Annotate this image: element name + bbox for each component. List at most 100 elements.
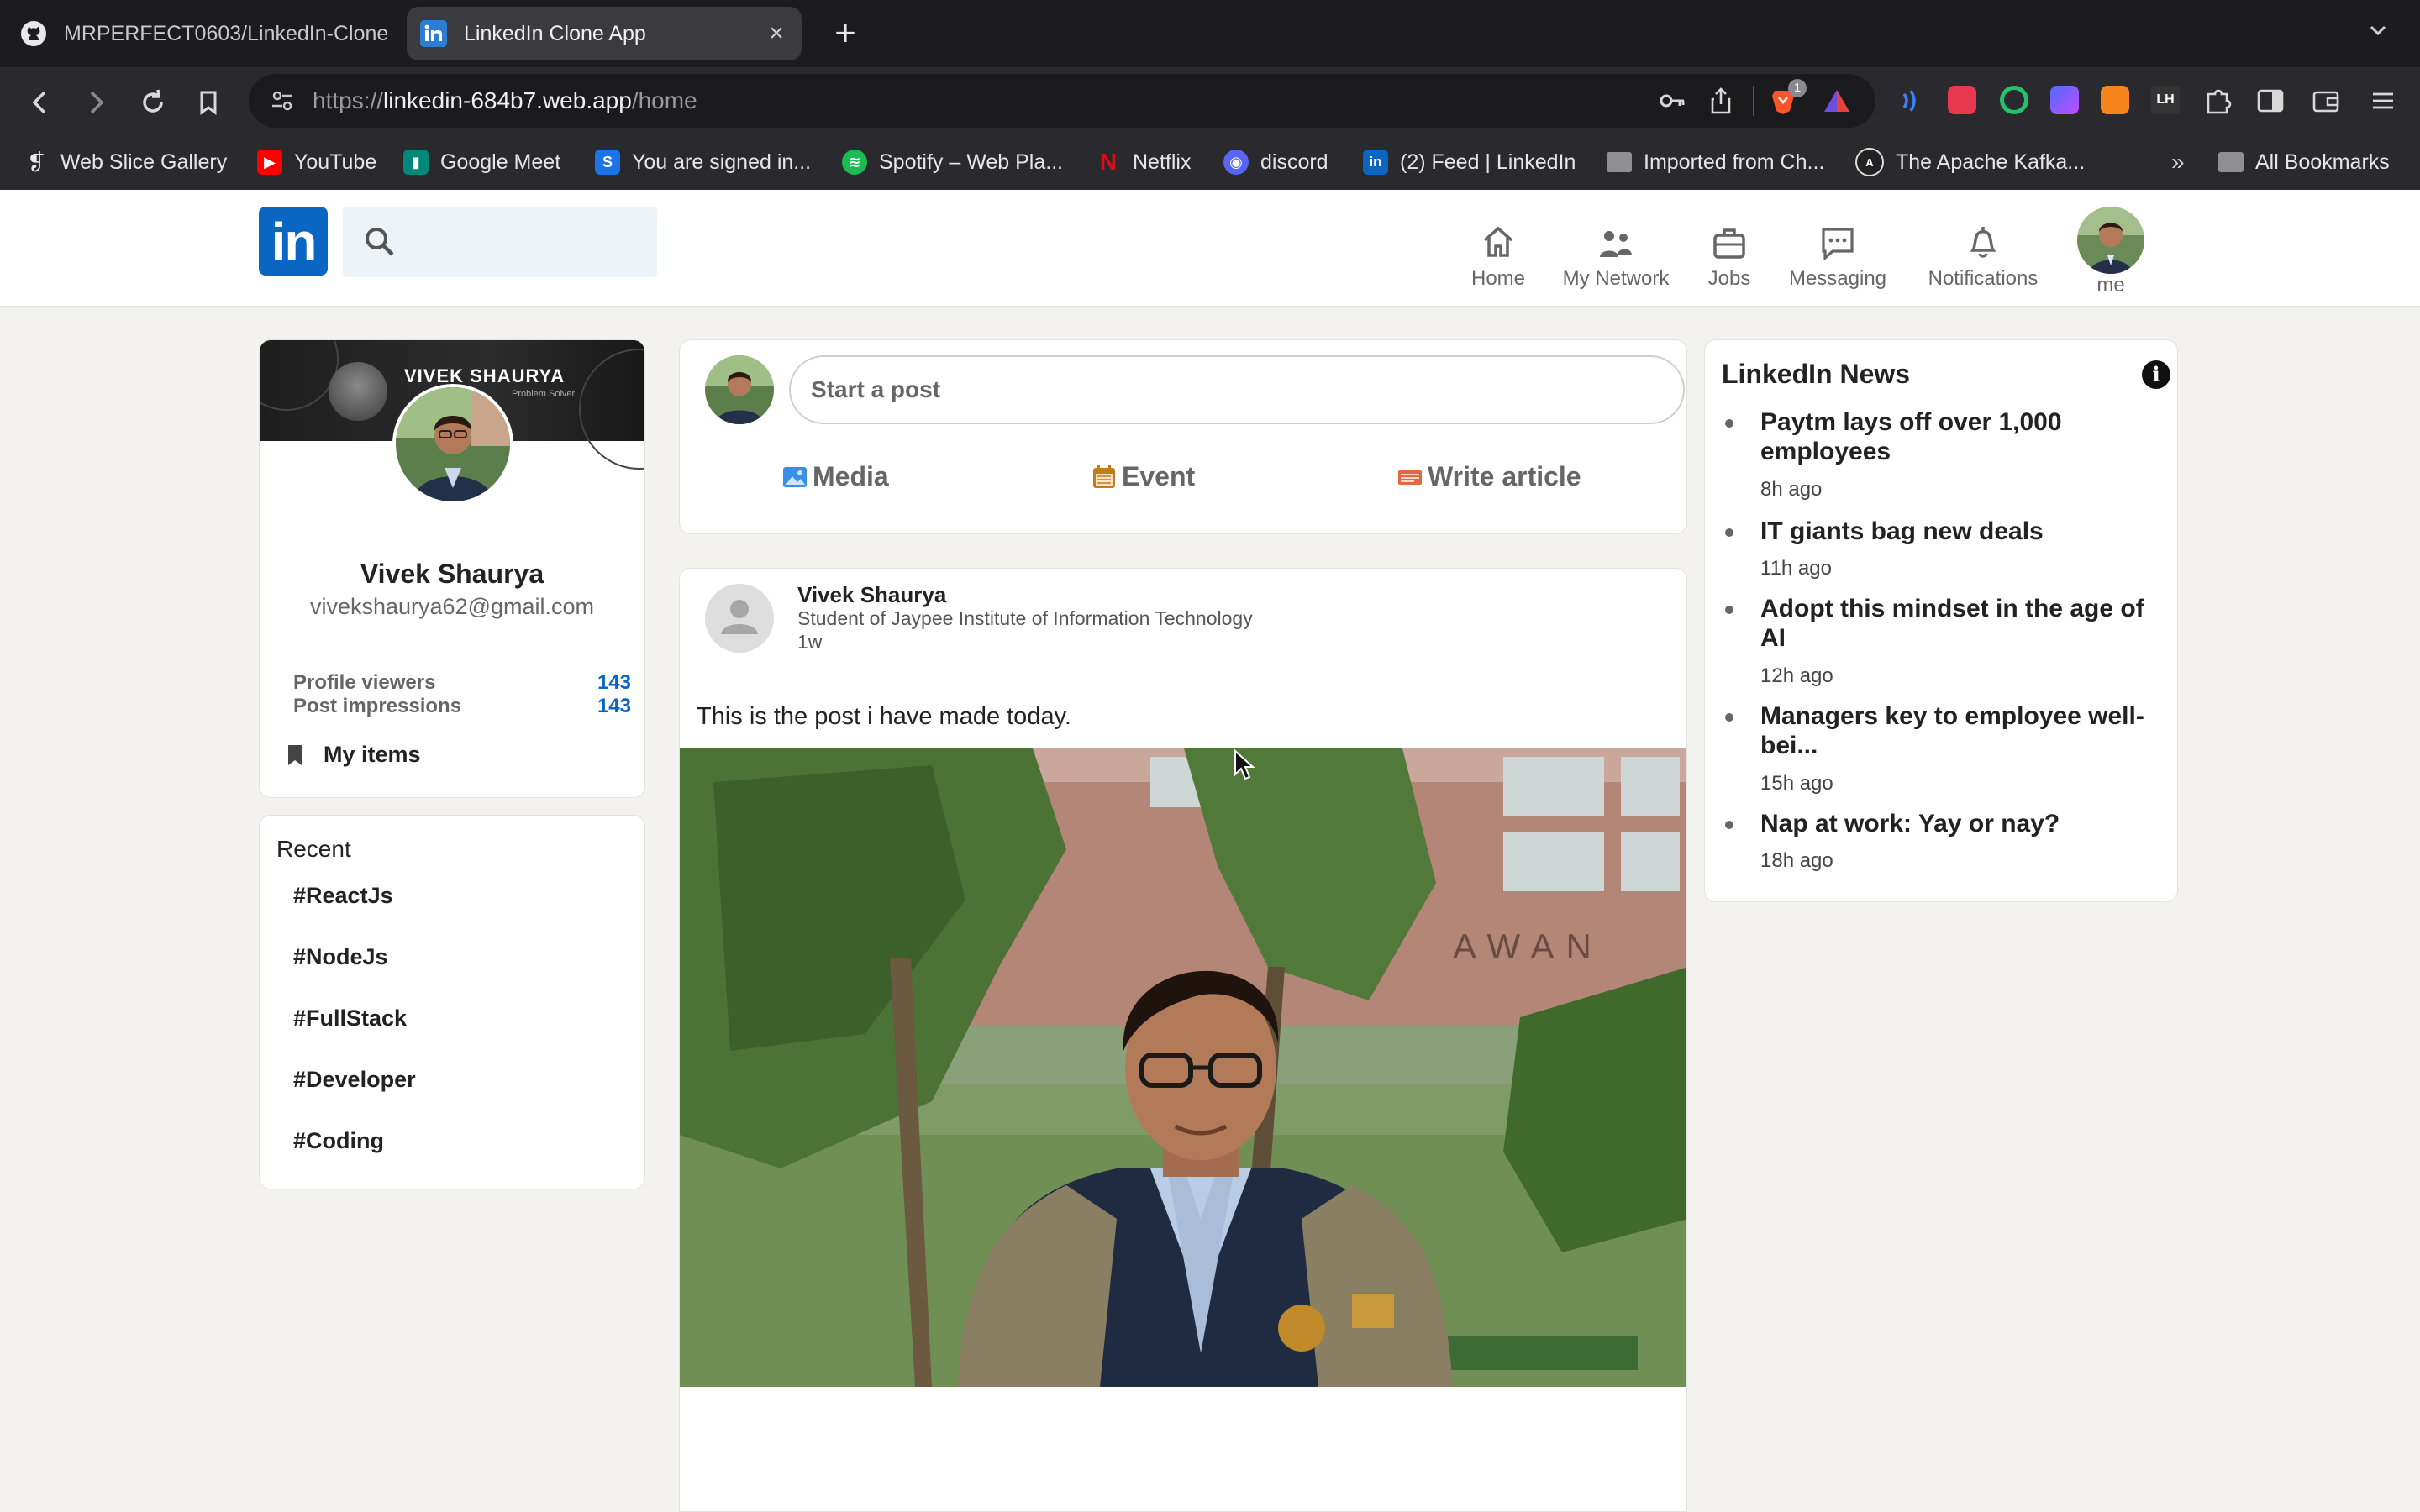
recent-tag-reactjs[interactable]: #ReactJs	[293, 883, 393, 909]
bookmark-item[interactable]: A The Apache Kafka...	[1855, 147, 2085, 177]
hash-symbol: #	[293, 1005, 307, 1031]
color-picker-extension-icon[interactable]	[2050, 86, 2079, 114]
recent-tag-coding[interactable]: #Coding	[293, 1128, 384, 1154]
tab-title: MRPERFECT0603/LinkedIn-Clone	[64, 21, 389, 45]
write-article-button[interactable]: Write article	[1397, 461, 1581, 492]
bookmark-icon	[200, 91, 217, 115]
bookmark-item[interactable]: in (2) Feed | LinkedIn	[1363, 147, 1576, 177]
linkedin-header: in Home My Network Jobs Messaging Notifi…	[0, 190, 2420, 307]
password-key-icon[interactable]	[1657, 86, 1687, 116]
news-item[interactable]: Nap at work: Yay or nay? 18h ago	[1722, 809, 2167, 873]
profile-card: VIVEK SHAURYA Problem Solver Vivek Shaur…	[259, 339, 645, 798]
messaging-icon	[1783, 222, 1892, 260]
sidebar-toggle-icon[interactable]	[2254, 84, 2287, 118]
reload-button[interactable]	[134, 84, 171, 121]
event-button[interactable]: Event	[1092, 461, 1195, 492]
tab-linkedin-clone[interactable]: LinkedIn Clone App ×	[407, 7, 802, 60]
stat-label[interactable]: Profile viewers	[293, 671, 435, 695]
stat-value: 143	[597, 671, 631, 694]
poster-description: Student of Jaypee Institute of Informati…	[797, 607, 1253, 629]
bookmark-item[interactable]: N Netflix	[1096, 147, 1192, 177]
metamask-extension-icon[interactable]	[2101, 86, 2129, 114]
brave-rewards-icon[interactable]	[1822, 86, 1852, 116]
nav-my-network[interactable]: My Network	[1555, 222, 1677, 291]
nav-jobs[interactable]: Jobs	[1697, 222, 1761, 291]
bookmarks-overflow-button[interactable]: »	[2171, 147, 2185, 177]
nav-messaging[interactable]: Messaging	[1783, 222, 1892, 291]
me-avatar[interactable]	[2077, 207, 2144, 274]
news-item[interactable]: Adopt this mindset in the age of AI 12h …	[1722, 594, 2167, 687]
grammar-extension-icon[interactable]	[2000, 86, 2028, 114]
bullet	[1725, 713, 1733, 722]
me-label[interactable]: me	[2077, 274, 2144, 297]
site-settings-icon[interactable]	[267, 86, 297, 116]
close-tab-icon[interactable]: ×	[760, 19, 793, 48]
nav-home[interactable]: Home	[1462, 222, 1534, 291]
tag-label: Coding	[306, 1128, 385, 1153]
article-icon	[1398, 470, 1422, 485]
bookmark-item[interactable]: ❡ Web Slice Gallery	[24, 147, 227, 177]
recent-card: Recent #ReactJs #NodeJs #FullStack #Deve…	[259, 815, 645, 1189]
s-icon: S	[595, 150, 620, 175]
start-post-input[interactable]: Start a post	[789, 355, 1685, 424]
media-button[interactable]: Media	[782, 461, 889, 492]
lighthouse-extension-icon[interactable]: LH	[2151, 86, 2180, 114]
news-item[interactable]: Paytm lays off over 1,000 employees 8h a…	[1722, 407, 2167, 501]
address-bar[interactable]: https://linkedin-684b7.web.app/home 1	[249, 74, 1876, 128]
all-bookmarks[interactable]: All Bookmarks	[2218, 147, 2390, 177]
profile-name[interactable]: Vivek Shaurya	[260, 559, 644, 590]
bookmark-item[interactable]: S You are signed in...	[595, 147, 811, 177]
news-item[interactable]: Managers key to employee well-bei... 15h…	[1722, 701, 2167, 795]
post-timestamp: 1w	[797, 631, 823, 653]
nav-notifications[interactable]: Notifications	[1921, 222, 2045, 291]
bookmark-folder[interactable]: Imported from Ch...	[1607, 147, 1824, 177]
news-title: LinkedIn News	[1722, 359, 1911, 389]
search-box[interactable]	[343, 207, 657, 277]
tab-github[interactable]: MRPERFECT0603/LinkedIn-Clone	[7, 7, 402, 60]
recent-tag-fullstack[interactable]: #FullStack	[293, 1005, 407, 1032]
nav-label: Messaging	[1788, 267, 1887, 290]
hash-symbol: #	[293, 883, 307, 908]
bookmark-item[interactable]: ◉ discord	[1223, 147, 1328, 177]
bookmark-item[interactable]: ▶ YouTube	[257, 147, 376, 177]
search-input[interactable]	[410, 222, 649, 262]
bookmark-label: Netflix	[1133, 150, 1192, 174]
bookmark-label: You are signed in...	[632, 150, 812, 174]
recent-tag-developer[interactable]: #Developer	[293, 1067, 416, 1093]
bookmark-button[interactable]	[190, 84, 227, 121]
nav-label: Notifications	[1928, 267, 2039, 290]
linkedin-icon	[420, 20, 447, 47]
todo-extension-icon[interactable]	[1948, 86, 1976, 114]
info-icon[interactable]: i	[2142, 360, 2170, 389]
extensions-puzzle-icon[interactable]	[2202, 84, 2235, 118]
youtube-icon: ▶	[257, 150, 282, 175]
bookmark-item[interactable]: ≋ Spotify – Web Pla...	[842, 147, 1063, 177]
bookmark-item[interactable]: ▮ Google Meet	[403, 147, 560, 177]
share-icon[interactable]	[1706, 86, 1736, 116]
news-time: 18h ago	[1760, 849, 1833, 872]
stat-label[interactable]: Post impressions	[293, 695, 461, 718]
my-items-link[interactable]: My items	[283, 742, 421, 768]
post-image[interactable]: AWAN	[680, 748, 1686, 1387]
new-tab-button[interactable]: +	[823, 12, 867, 55]
wave-extension-icon[interactable]	[1894, 84, 1928, 118]
wallet-icon[interactable]	[2309, 84, 2343, 118]
action-label: Write article	[1428, 461, 1581, 491]
netflix-icon: N	[1099, 149, 1118, 175]
news-item[interactable]: IT giants bag new deals 11h ago	[1722, 517, 2167, 580]
divider	[1753, 86, 1754, 116]
back-button[interactable]	[22, 84, 59, 121]
tag-label: NodeJs	[306, 944, 388, 969]
poster-name[interactable]: Vivek Shaurya	[797, 582, 946, 608]
home-icon	[1462, 222, 1534, 260]
linkedin-logo[interactable]: in	[259, 207, 328, 276]
profile-avatar[interactable]	[392, 384, 513, 505]
poster-avatar[interactable]	[705, 584, 774, 653]
chevron-down-icon[interactable]	[2366, 18, 2390, 48]
post-card: Vivek Shaurya Student of Jaypee Institut…	[679, 568, 1687, 1512]
forward-button[interactable]	[77, 84, 114, 121]
discord-icon: ◉	[1223, 150, 1249, 175]
menu-icon[interactable]	[2366, 84, 2400, 118]
stat-value: 143	[597, 695, 631, 717]
recent-tag-nodejs[interactable]: #NodeJs	[293, 944, 388, 970]
